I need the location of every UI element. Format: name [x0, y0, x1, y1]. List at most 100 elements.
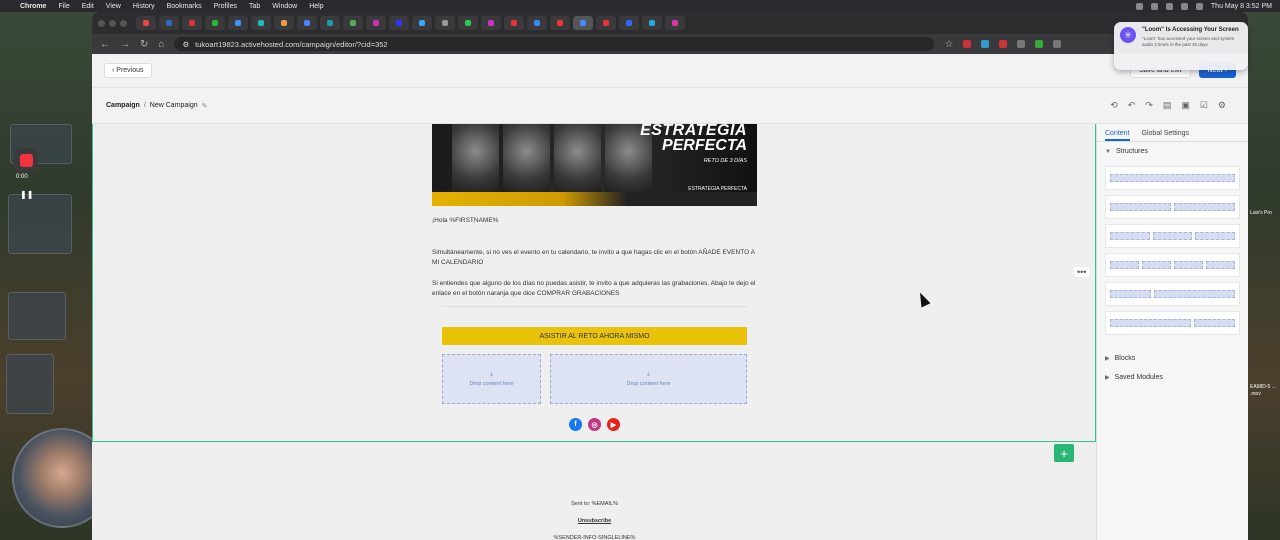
reload-icon[interactable]: ↻ [140, 39, 148, 50]
menu-help[interactable]: Help [309, 3, 323, 10]
structure-1-column[interactable] [1105, 166, 1240, 190]
browser-tab[interactable] [251, 16, 271, 30]
history-icon[interactable]: ⟲ [1110, 100, 1118, 111]
menu-edit[interactable]: Edit [82, 3, 94, 10]
browser-tab[interactable] [435, 16, 455, 30]
browser-tab[interactable] [642, 16, 662, 30]
unsubscribe-link[interactable]: Unsubscribe [432, 513, 757, 530]
previous-button[interactable]: ‹ Previous [104, 63, 152, 78]
forward-icon[interactable]: → [120, 39, 130, 50]
browser-tab[interactable] [274, 16, 294, 30]
campaign-name[interactable]: New Campaign [150, 102, 198, 109]
status-icon[interactable] [1165, 2, 1173, 10]
browser-tab[interactable] [205, 16, 225, 30]
browser-tab[interactable] [136, 16, 156, 30]
menu-file[interactable]: File [58, 3, 69, 10]
battery-icon[interactable] [1195, 2, 1203, 10]
tab-content[interactable]: Content [1105, 130, 1130, 141]
desktop-file-label[interactable]: Luis's Pro [1250, 210, 1280, 217]
menu-tab[interactable]: Tab [249, 3, 260, 10]
menu-window[interactable]: Window [272, 3, 297, 10]
browser-tab[interactable] [297, 16, 317, 30]
address-bar[interactable]: ⚙ tukoart19823.activehosted.com/campaign… [174, 37, 935, 51]
window-thumbnail[interactable] [6, 354, 54, 414]
structure-3-columns[interactable] [1105, 224, 1240, 248]
structure-1-2-columns[interactable] [1105, 282, 1240, 306]
minimize-window-icon[interactable] [109, 19, 116, 27]
structures-section[interactable]: ▼ Structures [1097, 142, 1248, 161]
menu-clock[interactable]: Thu May 8 3:52 PM [1211, 3, 1272, 10]
extension-icon[interactable] [1035, 40, 1044, 48]
browser-tab[interactable] [665, 16, 685, 30]
close-window-icon[interactable] [98, 19, 105, 27]
menu-view[interactable]: View [106, 3, 121, 10]
browser-tab[interactable] [228, 16, 248, 30]
undo-icon[interactable]: ↶ [1128, 100, 1136, 111]
desktop-file-label[interactable]: EA98D-5 ... .mov [1250, 384, 1280, 398]
add-row-button[interactable]: + [1054, 444, 1074, 462]
email-banner-image[interactable]: ESTRATEGIA PERFECTA RETO DE 3 DÍAS ESTRA… [432, 124, 757, 206]
drop-zone[interactable]: ⤓ Drop content here [550, 354, 747, 404]
loom-notification[interactable]: ✳ "Loom" Is Accessing Your Screen "Loom"… [1114, 22, 1248, 70]
preview-icon[interactable]: ▣ [1181, 100, 1190, 111]
menu-app-name[interactable]: Chrome [20, 3, 46, 10]
browser-tab[interactable] [619, 16, 639, 30]
structure-2-columns[interactable] [1105, 195, 1240, 219]
browser-tab[interactable] [320, 16, 340, 30]
browser-tab[interactable] [159, 16, 179, 30]
email-paragraph-1[interactable]: Simultáneamente, si no ves el evento en … [432, 248, 757, 268]
extension-icon[interactable] [981, 40, 990, 48]
browser-tab[interactable] [481, 16, 501, 30]
email-paragraph-2[interactable]: Si entiendes que alguno de los días no p… [432, 279, 757, 299]
menu-bookmarks[interactable]: Bookmarks [167, 3, 202, 10]
extension-icon[interactable] [999, 40, 1008, 48]
browser-tab[interactable] [182, 16, 202, 30]
home-icon[interactable]: ⌂ [158, 39, 164, 50]
window-thumbnail[interactable] [8, 194, 72, 254]
browser-tab[interactable] [366, 16, 386, 30]
browser-tab-active[interactable] [573, 16, 593, 30]
pause-icon[interactable]: ❚❚ [20, 190, 33, 199]
settings-gear-icon[interactable]: ⚙ [1218, 100, 1226, 111]
test-icon[interactable]: ☑ [1200, 100, 1208, 111]
extension-icon[interactable] [1053, 40, 1062, 48]
browser-tab[interactable] [412, 16, 432, 30]
saved-modules-section[interactable]: ▶ Saved Modules [1097, 368, 1248, 387]
site-info-icon[interactable]: ⚙ [182, 40, 189, 49]
structure-2-1-columns[interactable] [1105, 311, 1240, 335]
email-greeting[interactable]: ¡Hola %FIRSTNAME% [432, 216, 757, 226]
browser-tab[interactable] [596, 16, 616, 30]
browser-tab[interactable] [458, 16, 478, 30]
structure-4-columns[interactable] [1105, 253, 1240, 277]
redo-icon[interactable]: ↷ [1145, 100, 1153, 111]
facebook-icon[interactable]: f [569, 418, 582, 431]
code-icon[interactable]: ▤ [1163, 100, 1172, 111]
back-icon[interactable]: ← [100, 39, 110, 50]
loom-record-button[interactable] [14, 148, 38, 172]
extension-icon[interactable] [963, 40, 972, 48]
wifi-icon[interactable] [1180, 2, 1188, 10]
drop-zone[interactable]: ⤓ Drop content here [442, 354, 541, 404]
instagram-icon[interactable]: ◎ [588, 418, 601, 431]
browser-tab[interactable] [389, 16, 409, 30]
window-thumbnail[interactable] [8, 292, 66, 340]
browser-tab[interactable] [343, 16, 363, 30]
menu-profiles[interactable]: Profiles [214, 3, 237, 10]
bookmark-star-icon[interactable]: ☆ [944, 39, 953, 50]
status-icon[interactable] [1150, 2, 1158, 10]
menu-history[interactable]: History [133, 3, 155, 10]
url-text[interactable]: tukoart19823.activehosted.com/campaign/e… [195, 40, 387, 49]
maximize-window-icon[interactable] [120, 19, 127, 27]
browser-tab[interactable] [527, 16, 547, 30]
status-icon[interactable] [1135, 2, 1143, 10]
cta-button[interactable]: ASISTIR AL RETO AHORA MISMO [442, 327, 747, 345]
youtube-icon[interactable]: ▶ [607, 418, 620, 431]
browser-tab[interactable] [550, 16, 570, 30]
more-options-icon[interactable]: ••• [1074, 267, 1090, 277]
blocks-section[interactable]: ▶ Blocks [1097, 349, 1248, 368]
edit-pencil-icon[interactable]: ✎ [202, 102, 208, 110]
tab-global-settings[interactable]: Global Settings [1142, 130, 1189, 141]
extension-icon[interactable] [1017, 40, 1026, 48]
browser-tab[interactable] [504, 16, 524, 30]
breadcrumb-campaign[interactable]: Campaign [106, 102, 140, 109]
